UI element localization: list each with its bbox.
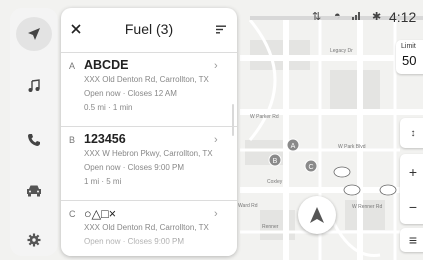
road-label: Legacy Dr bbox=[330, 48, 353, 54]
svg-text:C: C bbox=[308, 164, 313, 171]
scrollbar[interactable] bbox=[232, 104, 234, 136]
clock: 4:12 bbox=[389, 9, 417, 25]
side-rail bbox=[10, 8, 58, 256]
compass-control[interactable]: ↕ bbox=[400, 118, 423, 148]
vehicle-button[interactable] bbox=[10, 170, 58, 210]
road-label: Renner bbox=[262, 224, 279, 230]
chevron-right-icon: › bbox=[214, 60, 218, 72]
speed-limit-value: 50 bbox=[402, 53, 417, 68]
phone-button[interactable] bbox=[10, 120, 58, 160]
settings-button[interactable] bbox=[10, 220, 58, 260]
signal-icon bbox=[352, 10, 362, 23]
sort-icon bbox=[216, 25, 226, 33]
map-marker[interactable]: B bbox=[268, 153, 282, 167]
svg-text:A: A bbox=[291, 143, 296, 150]
result-name: ○△□× bbox=[84, 207, 117, 221]
bluetooth-icon: ✱ bbox=[372, 11, 382, 23]
navigation-arrow-icon bbox=[28, 28, 40, 40]
sort-button[interactable] bbox=[211, 20, 231, 38]
road-label: Coxley bbox=[267, 179, 283, 185]
results-list: A ABCDE XXX Old Denton Rd, Carrollton, T… bbox=[61, 52, 237, 256]
settings-gear-icon bbox=[27, 233, 41, 247]
map-marker[interactable]: A bbox=[286, 138, 300, 152]
road-label: Ward Rd bbox=[238, 203, 258, 209]
result-status: Open now · Closes 12 AM bbox=[84, 89, 177, 98]
speed-limit-label: Limit bbox=[401, 43, 416, 50]
zoom-in-icon[interactable]: + bbox=[400, 154, 423, 189]
music-note-icon bbox=[28, 79, 40, 92]
result-letter: C bbox=[69, 209, 76, 219]
result-address: XXX Old Denton Rd, Carrollton, TX bbox=[84, 75, 209, 84]
result-distance: 1 mi · 5 mi bbox=[84, 177, 122, 186]
chevron-right-icon: › bbox=[214, 208, 218, 220]
result-address: XXX Old Denton Rd, Carrollton, TX bbox=[84, 223, 209, 232]
phone-icon bbox=[28, 134, 40, 146]
list-item[interactable]: A ABCDE XXX Old Denton Rd, Carrollton, T… bbox=[61, 52, 237, 123]
result-distance: 0.5 mi · 1 min bbox=[84, 103, 133, 112]
list-item[interactable]: C ○△□× XXX Old Denton Rd, Carrollton, TX… bbox=[61, 200, 237, 256]
result-name: 123456 bbox=[84, 132, 126, 146]
location-arrow-icon bbox=[310, 207, 324, 223]
car-icon bbox=[27, 185, 41, 196]
road-label: W Park Blvd bbox=[338, 144, 366, 150]
result-letter: B bbox=[69, 135, 76, 145]
recenter-button[interactable] bbox=[298, 196, 336, 234]
road-label: W Parker Rd bbox=[250, 114, 279, 120]
fuel-results-panel: Fuel (3) A ABCDE XXX Old Denton Rd, Carr… bbox=[61, 8, 237, 256]
panel-header: Fuel (3) bbox=[61, 8, 237, 50]
result-name: ABCDE bbox=[84, 58, 129, 72]
menu-icon[interactable]: ≡ bbox=[400, 228, 423, 252]
media-button[interactable] bbox=[10, 66, 58, 106]
chevron-right-icon: › bbox=[214, 134, 218, 146]
compass-icon[interactable]: ↕ bbox=[400, 118, 423, 148]
speed-limit-sign: Limit 50 bbox=[396, 40, 423, 74]
result-address: XXX W Hebron Pkwy, Carrollton, TX bbox=[84, 149, 213, 158]
navigation-button[interactable] bbox=[10, 14, 58, 54]
zoom-out-icon[interactable]: − bbox=[400, 189, 423, 224]
list-item[interactable]: B 123456 XXX W Hebron Pkwy, Carrollton, … bbox=[61, 126, 237, 197]
lock-icon: ◓ bbox=[334, 10, 341, 22]
road-label: W Renner Rd bbox=[352, 204, 383, 210]
svg-text:B: B bbox=[273, 158, 278, 165]
compass-icon: ⇅ bbox=[312, 11, 322, 23]
nav-screen: Legacy Dr W Parker Rd W Park Blvd Coxley… bbox=[0, 0, 423, 260]
map-marker[interactable]: C bbox=[304, 159, 318, 173]
result-status: Open now · Closes 9:00 PM bbox=[84, 163, 185, 172]
zoom-controls: + − bbox=[400, 154, 423, 224]
result-status: Open now · Closes 9:00 PM bbox=[84, 237, 185, 246]
result-letter: A bbox=[69, 61, 76, 71]
map-menu-button[interactable]: ≡ bbox=[400, 228, 423, 252]
